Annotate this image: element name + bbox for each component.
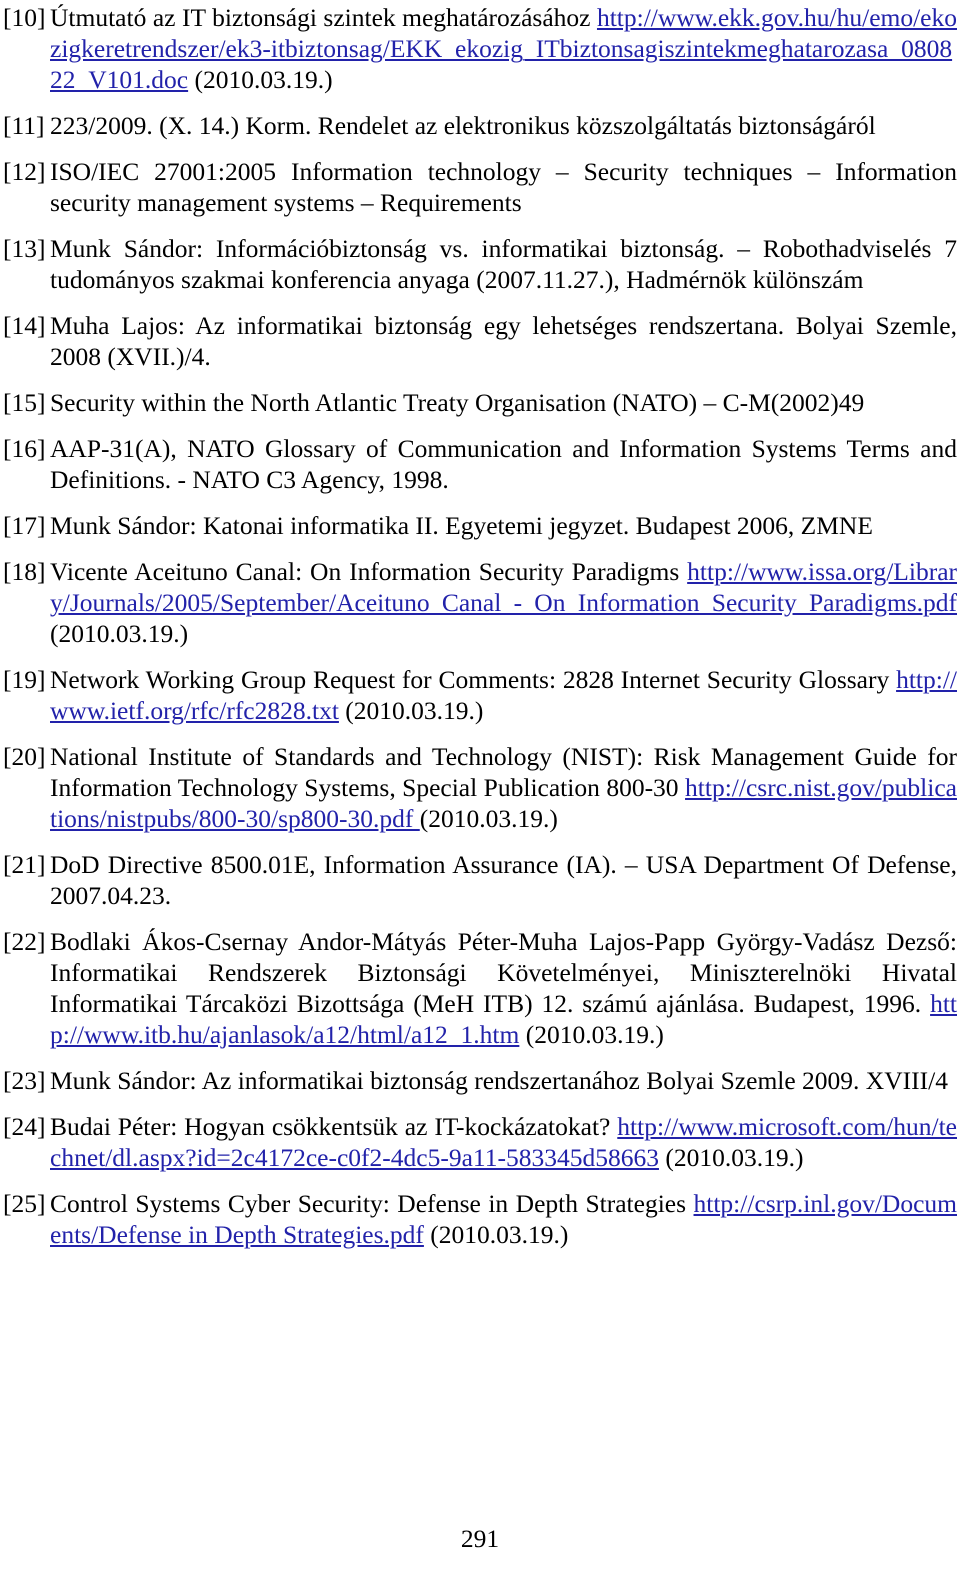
reference-text-run: Vicente Aceituno Canal: On Information S…	[50, 557, 688, 586]
reference-text: 223/2009. (X. 14.) Korm. Rendelet az ele…	[50, 110, 957, 141]
reference-text: AAP-31(A), NATO Glossary of Communicatio…	[50, 433, 957, 495]
reference-text: Network Working Group Request for Commen…	[50, 664, 957, 726]
reference-text-run: (2010.03.19.)	[338, 696, 484, 725]
reference-text-run: Munk Sándor: Az informatikai biztonság r…	[50, 1066, 948, 1095]
reference-entry: [24] Budai Péter: Hogyan csökkentsük az I…	[3, 1111, 957, 1173]
reference-number: [12]	[3, 157, 46, 186]
reference-number: [14]	[3, 311, 46, 340]
reference-text-run: (2010.03.19.)	[50, 619, 189, 648]
reference-text: National Institute of Standards and Tech…	[50, 741, 957, 834]
reference-text: Muha Lajos: Az informatikai biztonság eg…	[50, 310, 957, 372]
reference-entry: [20] National Institute of Standards and …	[3, 741, 957, 834]
reference-text: Security within the North Atlantic Treat…	[50, 387, 957, 418]
reference-number: [21]	[3, 850, 46, 879]
reference-number: [18]	[3, 557, 46, 586]
reference-number: [15]	[3, 388, 46, 417]
reference-text-run: (2010.03.19.)	[658, 1143, 804, 1172]
reference-text-run: Munk Sándor: Információbiztonság vs. inf…	[50, 234, 957, 294]
reference-number: [23]	[3, 1066, 46, 1095]
reference-number: [11]	[3, 111, 45, 140]
reference-number: [24]	[3, 1112, 46, 1141]
reference-number: [13]	[3, 234, 46, 263]
reference-text-run: 223/2009. (X. 14.) Korm. Rendelet az ele…	[50, 111, 876, 140]
reference-text-run: (2010.03.19.)	[419, 804, 558, 833]
reference-entry: [23] Munk Sándor: Az informatikai biztons…	[3, 1065, 957, 1096]
reference-text-run: Bodlaki Ákos-Csernay Andor-Mátyás Péter-…	[50, 927, 957, 1018]
reference-number: [10]	[3, 3, 46, 32]
reference-number: [19]	[3, 665, 46, 694]
document-page: [10] Útmutató az IT biztonsági szintek me…	[0, 0, 960, 1575]
reference-entry: [10] Útmutató az IT biztonsági szintek me…	[3, 2, 957, 95]
reference-text-run: Network Working Group Request for Commen…	[50, 665, 897, 694]
reference-text-run: Control Systems Cyber Security: Defense …	[50, 1189, 694, 1218]
reference-number: [25]	[3, 1189, 46, 1218]
reference-entry: [18] Vicente Aceituno Canal: On Informati…	[3, 556, 957, 649]
reference-entry: [15] Security within the North Atlantic T…	[3, 387, 957, 418]
reference-entry: [12] ISO/IEC 27001:2005 Information techn…	[3, 156, 957, 218]
reference-text-run: (2010.03.19.)	[519, 1020, 664, 1049]
reference-text: Útmutató az IT biztonsági szintek meghat…	[50, 2, 957, 95]
reference-text: ISO/IEC 27001:2005 Information technolog…	[50, 156, 957, 218]
reference-text: Vicente Aceituno Canal: On Information S…	[50, 556, 957, 649]
reference-text: Control Systems Cyber Security: Defense …	[50, 1188, 957, 1250]
reference-text-run: AAP-31(A), NATO Glossary of Communicatio…	[50, 434, 957, 494]
reference-text-run: (2010.03.19.)	[188, 65, 333, 94]
reference-text: Munk Sándor: Információbiztonság vs. inf…	[50, 233, 957, 295]
reference-text: Budai Péter: Hogyan csökkentsük az IT-ko…	[50, 1111, 957, 1173]
reference-text: Munk Sándor: Az informatikai biztonság r…	[50, 1065, 957, 1096]
reference-number: [22]	[3, 927, 46, 956]
reference-text-run: (2010.03.19.)	[423, 1220, 569, 1249]
reference-text: Munk Sándor: Katonai informatika II. Egy…	[50, 510, 957, 541]
reference-entry: [14] Muha Lajos: Az informatikai biztonsá…	[3, 310, 957, 372]
reference-entry: [13] Munk Sándor: Információbiztonság vs.…	[3, 233, 957, 295]
reference-number: [20]	[3, 742, 46, 771]
reference-text-run: DoD Directive 8500.01E, Information Assu…	[50, 850, 957, 910]
reference-entry: [17] Munk Sándor: Katonai informatika II.…	[3, 510, 957, 541]
reference-text: Bodlaki Ákos-Csernay Andor-Mátyás Péter-…	[50, 926, 957, 1050]
reference-number: [16]	[3, 434, 46, 463]
reference-text-run: Munk Sándor: Katonai informatika II. Egy…	[50, 511, 873, 540]
reference-entry: [25] Control Systems Cyber Security: Defe…	[3, 1188, 957, 1250]
reference-text-run: Útmutató az IT biztonsági szintek meghat…	[50, 3, 597, 32]
reference-entry: [16] AAP-31(A), NATO Glossary of Communic…	[3, 433, 957, 495]
reference-entry: [19] Network Working Group Request for Co…	[3, 664, 957, 726]
reference-entry: [11] 223/2009. (X. 14.) Korm. Rendelet az…	[3, 110, 957, 141]
reference-text-run: Security within the North Atlantic Treat…	[50, 388, 865, 417]
reference-text: DoD Directive 8500.01E, Information Assu…	[50, 849, 957, 911]
reference-text-run: ISO/IEC 27001:2005 Information technolog…	[50, 157, 957, 217]
reference-entry: [22] Bodlaki Ákos-Csernay Andor-Mátyás Pé…	[3, 926, 957, 1050]
page-number: 291	[460, 1524, 500, 1553]
reference-entry: [21] DoD Directive 8500.01E, Information …	[3, 849, 957, 911]
reference-text-run: Budai Péter: Hogyan csökkentsük az IT-ko…	[50, 1112, 618, 1141]
reference-number: [17]	[3, 511, 46, 540]
reference-text-run: Muha Lajos: Az informatikai biztonság eg…	[50, 311, 957, 371]
reference-list: [10] Útmutató az IT biztonsági szintek me…	[3, 2, 957, 1250]
